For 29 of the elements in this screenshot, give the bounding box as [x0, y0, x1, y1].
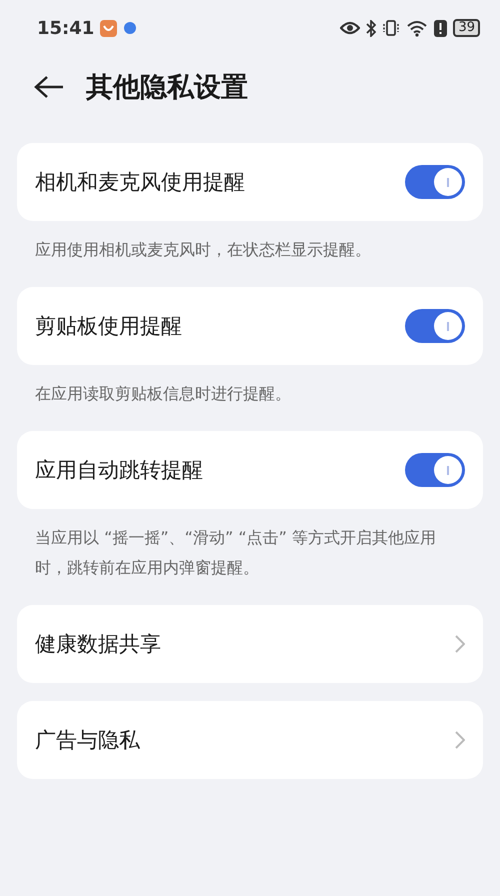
notification-dot-icon	[123, 21, 138, 35]
toggle-switch[interactable]	[405, 165, 465, 199]
settings-card[interactable]: 健康数据共享	[17, 605, 483, 683]
wifi-icon	[406, 20, 428, 36]
eye-icon	[340, 21, 360, 35]
back-arrow-icon[interactable]	[34, 75, 64, 99]
settings-card[interactable]: 广告与隐私	[17, 701, 483, 779]
app-notification-icon	[100, 20, 118, 36]
setting-label: 健康数据共享	[35, 631, 161, 658]
vibrate-icon	[382, 20, 400, 36]
setting-label: 相机和麦克风使用提醒	[35, 169, 245, 196]
chevron-right-icon	[455, 731, 465, 749]
settings-card[interactable]: 应用自动跳转提醒	[17, 431, 483, 509]
toggle-switch[interactable]	[405, 453, 465, 487]
toggle-switch[interactable]	[405, 309, 465, 343]
bluetooth-icon	[366, 20, 376, 36]
settings-card[interactable]: 相机和麦克风使用提醒	[17, 143, 483, 221]
battery-level: 39	[453, 19, 480, 37]
setting-label: 应用自动跳转提醒	[35, 457, 203, 484]
alert-icon	[434, 20, 448, 36]
chevron-right-icon	[455, 635, 465, 653]
setting-label: 广告与隐私	[35, 727, 140, 754]
setting-label: 剪贴板使用提醒	[35, 313, 182, 340]
setting-description: 当应用以 “摇一摇”、“滑动” “点击” 等方式开启其他应用时，跳转前在应用内弹窗提醒。	[34, 527, 437, 579]
settings-card[interactable]: 剪贴板使用提醒	[17, 287, 483, 365]
setting-description: 应用使用相机或麦克风时，在状态栏显示提醒。	[34, 239, 372, 261]
page-title: 其他隐私设置	[86, 71, 248, 105]
setting-description: 在应用读取剪贴板信息时进行提醒。	[34, 383, 292, 405]
status-time: 15:41	[37, 18, 94, 38]
